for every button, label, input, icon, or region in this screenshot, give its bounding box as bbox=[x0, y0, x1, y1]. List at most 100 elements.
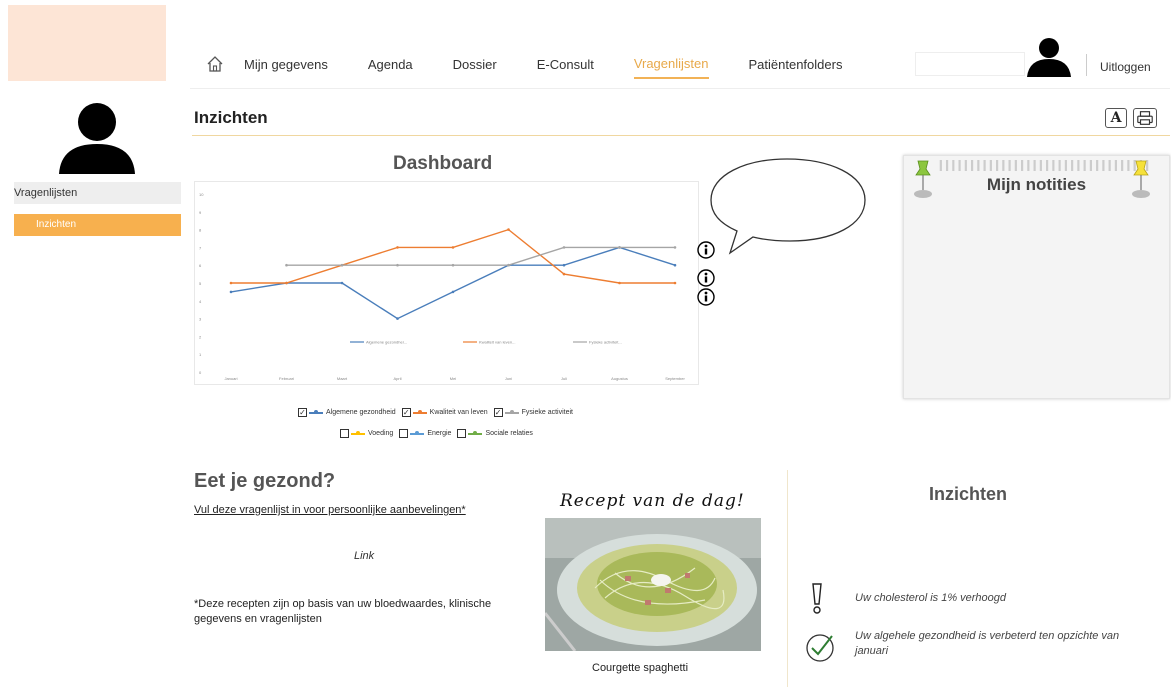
link-placeholder[interactable]: Link bbox=[354, 550, 374, 562]
logout-link[interactable]: Uitloggen bbox=[1100, 60, 1151, 74]
legend-label: Fysieke activiteit... bbox=[589, 340, 622, 345]
data-point bbox=[507, 263, 510, 267]
x-tick-label: Juni bbox=[505, 376, 512, 381]
data-point bbox=[673, 246, 677, 249]
insights-title: Inzichten bbox=[929, 484, 1008, 504]
legend-swatch bbox=[410, 430, 425, 435]
binding-ring bbox=[1083, 160, 1086, 171]
x-tick-label: April bbox=[393, 376, 401, 381]
binding-ring bbox=[1033, 160, 1036, 171]
checkbox-unchecked[interactable] bbox=[457, 429, 467, 438]
info-icon-2[interactable] bbox=[697, 269, 715, 287]
legend-label: Fysieke activiteit bbox=[521, 409, 574, 416]
recipe-footnote: *Deze recepten zijn op basis van uw bloe… bbox=[194, 598, 492, 625]
y-tick-label: 6 bbox=[199, 263, 202, 268]
binding-ring bbox=[1014, 160, 1017, 171]
questionnaire-link[interactable]: Vul deze vragenlijst in voor persoonlijk… bbox=[194, 504, 466, 516]
y-tick-label: 0 bbox=[199, 370, 202, 375]
legend-item-sociale-relaties[interactable]: Sociale relaties bbox=[457, 429, 533, 438]
nav-vragenlijsten[interactable]: Vragenlijsten bbox=[633, 50, 709, 79]
data-point bbox=[618, 246, 621, 249]
sidebar-item-vragenlijsten[interactable]: Vragenlijsten bbox=[14, 182, 181, 204]
legend-item-kwaliteit-van-leven[interactable]: ✓ Kwaliteit van leven bbox=[401, 408, 488, 417]
legend-item-energie[interactable]: Energie bbox=[399, 429, 451, 438]
insight-health-improved: Uw algehele gezondheid is verbeterd ten … bbox=[855, 630, 1120, 657]
binding-ring bbox=[983, 160, 986, 171]
title-divider bbox=[192, 135, 1170, 136]
legend-label: Voeding bbox=[368, 430, 394, 437]
binding-ring bbox=[1058, 160, 1061, 171]
nav-mijn-gegevens[interactable]: Mijn gegevens bbox=[244, 51, 328, 78]
checkmark-icon bbox=[806, 634, 834, 662]
data-point bbox=[618, 281, 621, 285]
page-title: Inzichten bbox=[194, 108, 268, 127]
binding-ring bbox=[1046, 160, 1049, 171]
home-icon[interactable] bbox=[206, 55, 224, 73]
top-navigation: Mijn gegevens Agenda Dossier E-Consult V… bbox=[196, 50, 882, 79]
nav-dossier[interactable]: Dossier bbox=[453, 51, 497, 78]
binding-ring bbox=[1039, 160, 1042, 171]
profile-avatar-icon bbox=[59, 103, 135, 174]
speech-bubble bbox=[710, 158, 866, 255]
series-line bbox=[286, 246, 675, 266]
legend-row-1: ✓ Algemene gezondheid ✓ Kwaliteit van le… bbox=[298, 408, 579, 417]
y-tick-label: 8 bbox=[199, 228, 202, 233]
user-avatar-icon[interactable] bbox=[1026, 37, 1072, 77]
eat-section-title: Eet je gezond? bbox=[194, 470, 336, 492]
legend-swatch bbox=[309, 409, 323, 414]
nav-agenda[interactable]: Agenda bbox=[368, 51, 413, 78]
data-point bbox=[562, 272, 566, 276]
x-tick-label: Februari bbox=[279, 376, 294, 381]
legend-label: Sociale relaties bbox=[485, 430, 533, 437]
data-point bbox=[285, 263, 288, 267]
print-icon[interactable] bbox=[1133, 108, 1157, 128]
recipe-caption: Courgette spaghetti bbox=[592, 662, 689, 674]
checkbox-unchecked[interactable] bbox=[340, 429, 349, 438]
notes-title: Mijn notities bbox=[986, 175, 1087, 194]
x-tick-label: Maart bbox=[337, 376, 348, 381]
checkbox-checked[interactable]: ✓ bbox=[298, 408, 307, 417]
sidebar-item-inzichten[interactable]: Inzichten bbox=[14, 214, 181, 236]
legend-row-2: Voeding Energie Sociale relaties bbox=[340, 429, 539, 438]
x-tick-label: Juli bbox=[561, 376, 567, 381]
binding-ring bbox=[1064, 160, 1067, 171]
notes-card[interactable]: Mijn notities bbox=[903, 155, 1170, 399]
binding-ring bbox=[1077, 160, 1080, 171]
recipe-photo[interactable] bbox=[545, 518, 761, 651]
legend-item-voeding[interactable]: Voeding bbox=[340, 429, 393, 438]
font-size-button[interactable]: A bbox=[1105, 108, 1127, 128]
data-point bbox=[285, 281, 288, 285]
binding-ring bbox=[1027, 160, 1030, 171]
legend-item-fysieke-activiteit[interactable]: ✓ Fysieke activiteit bbox=[493, 408, 574, 417]
data-point bbox=[396, 317, 399, 320]
info-icon-3[interactable] bbox=[697, 288, 715, 306]
binding-ring bbox=[1114, 160, 1117, 171]
legend-swatch bbox=[504, 409, 519, 414]
legend-swatch bbox=[468, 430, 483, 435]
checkbox-unchecked[interactable] bbox=[399, 429, 409, 438]
legend-swatch bbox=[351, 430, 365, 435]
search-box[interactable] bbox=[915, 52, 1025, 76]
binding-ring bbox=[1071, 160, 1074, 171]
data-point bbox=[673, 263, 677, 267]
nav-divider bbox=[1086, 54, 1087, 76]
x-tick-label: Augustus bbox=[611, 376, 628, 381]
data-point bbox=[507, 228, 510, 231]
legend-item-algemene-gezondheid[interactable]: ✓ Algemene gezondheid bbox=[298, 408, 396, 417]
binding-ring bbox=[1121, 160, 1124, 171]
data-point bbox=[451, 246, 455, 249]
data-point bbox=[562, 246, 566, 249]
data-point bbox=[229, 290, 233, 294]
nav-patientenfolders[interactable]: Patiëntenfolders bbox=[749, 51, 843, 78]
recipe-of-the-day-title: Recept van de dag! bbox=[560, 491, 745, 511]
y-tick-label: 10 bbox=[199, 192, 204, 197]
dashboard-title: Dashboard bbox=[393, 153, 493, 174]
y-tick-label: 7 bbox=[199, 245, 202, 250]
checkbox-checked[interactable]: ✓ bbox=[493, 408, 503, 417]
checkbox-checked[interactable]: ✓ bbox=[401, 408, 411, 417]
data-point bbox=[562, 263, 566, 267]
legend-swatch bbox=[412, 409, 427, 414]
legend-label: Kwaliteit van leven... bbox=[479, 340, 515, 345]
binding-ring bbox=[1008, 160, 1011, 171]
nav-e-consult[interactable]: E-Consult bbox=[537, 51, 594, 78]
